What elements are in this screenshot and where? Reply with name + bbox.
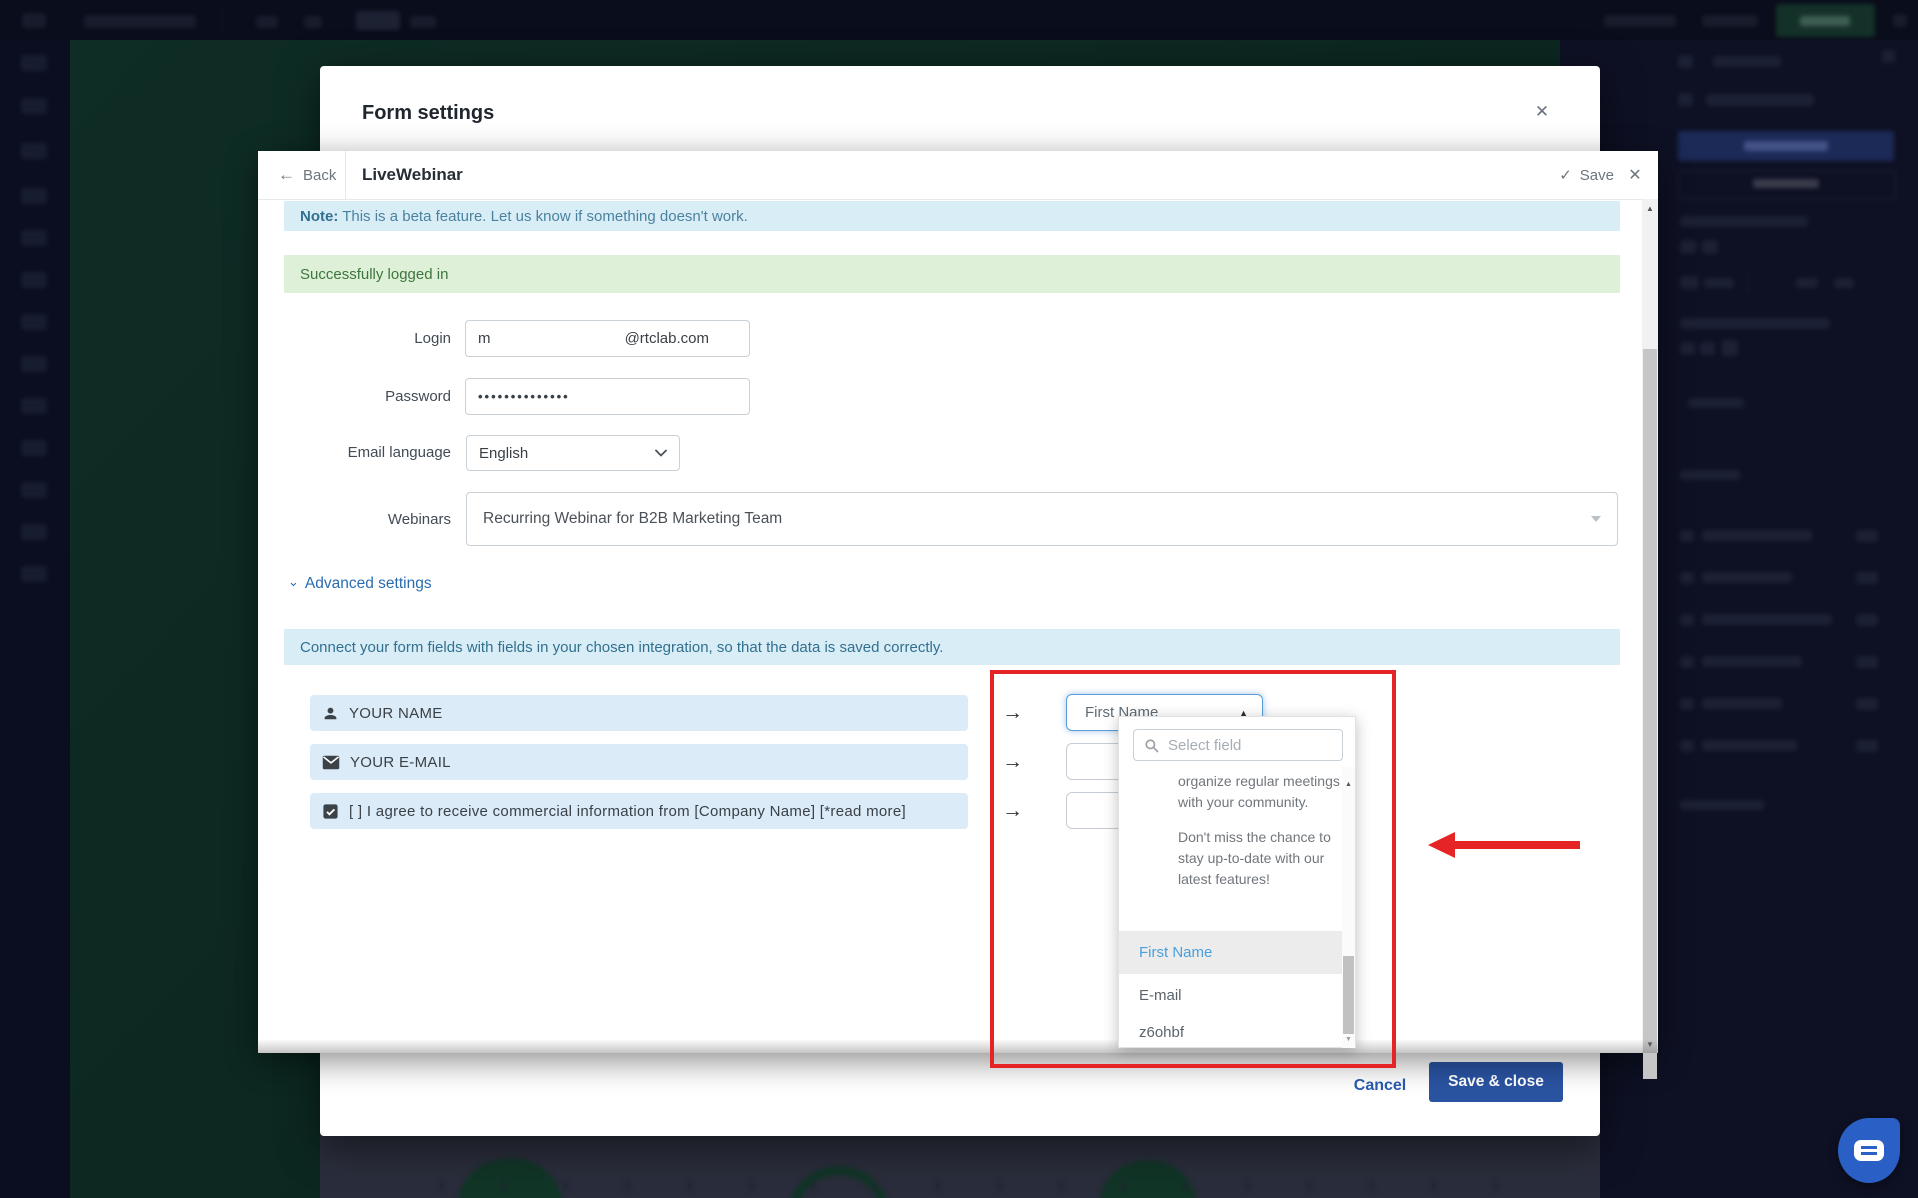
header-divider [345, 151, 346, 199]
webinars-label: Webinars [278, 511, 451, 528]
livewebinar-modal: ← Back LiveWebinar ✓ Save ✕ Note: This i… [258, 151, 1658, 1053]
login-domain: @rtclab.com [625, 330, 709, 347]
chevron-down-icon: ⌄ [288, 574, 299, 590]
save-button[interactable]: ✓ Save [1559, 151, 1614, 199]
chat-launcher-button[interactable] [1838, 1118, 1900, 1183]
form-field-consent: [ ] I agree to receive commercial inform… [310, 793, 968, 829]
dropdown-description: organize regular meetings with your comm… [1178, 771, 1340, 904]
background-topbar [0, 0, 1918, 40]
close-icon[interactable]: ✕ [1620, 151, 1650, 199]
description-paragraph: Don't miss the chance to stay up-to-date… [1178, 827, 1340, 890]
note-bar: Note: This is a beta feature. Let us kno… [284, 201, 1620, 231]
modal-scrollbar[interactable]: ▲ ▼ [1642, 199, 1658, 1053]
form-field-label: YOUR NAME [349, 705, 443, 722]
highlight-arrow [1428, 830, 1584, 866]
scroll-down-icon[interactable]: ▼ [1342, 1032, 1355, 1046]
field-search-input[interactable]: Select field [1133, 729, 1343, 761]
envelope-icon [322, 755, 340, 770]
cancel-button[interactable]: Cancel [1347, 1072, 1413, 1100]
scroll-up-icon[interactable]: ▲ [1642, 201, 1658, 215]
dropdown-scrollbar[interactable]: ▲ ▼ [1342, 767, 1355, 1048]
note-message: This is a beta feature. Let us know if s… [338, 208, 747, 225]
dropdown-option-email[interactable]: E-mail [1119, 974, 1342, 1017]
webinars-select[interactable]: Recurring Webinar for B2B Marketing Team [466, 492, 1618, 546]
chat-bubble-icon [1854, 1140, 1884, 1161]
back-arrow-icon: ← [278, 165, 295, 185]
livewebinar-title: LiveWebinar [362, 151, 463, 199]
mapping-hint-bar: Connect your form fields with fields in … [284, 629, 1620, 665]
login-input[interactable]: m @rtclab.com [465, 320, 750, 357]
search-icon [1144, 738, 1159, 753]
form-field-your-email: YOUR E-MAIL [310, 744, 968, 780]
close-icon[interactable]: ✕ [1528, 98, 1556, 126]
caret-down-icon [1591, 516, 1601, 522]
back-button[interactable]: ← Back [278, 151, 336, 199]
password-input[interactable]: •••••••••••••• [465, 378, 750, 415]
background-left-sidebar [0, 40, 70, 1198]
form-field-your-name: YOUR NAME [310, 695, 968, 731]
livewebinar-header: ← Back LiveWebinar ✓ Save ✕ [258, 151, 1658, 200]
search-placeholder: Select field [1168, 737, 1241, 754]
scrollbar-thumb[interactable] [1643, 349, 1657, 1079]
email-language-label: Email language [278, 444, 451, 461]
advanced-settings-label: Advanced settings [305, 575, 432, 593]
save-label: Save [1580, 167, 1614, 184]
email-language-select[interactable]: English [466, 435, 680, 471]
note-prefix: Note: [300, 208, 338, 225]
mapping-arrow-icon: → [1002, 701, 1032, 725]
check-icon: ✓ [1559, 166, 1572, 184]
field-dropdown-panel: Select field organize regular meetings w… [1118, 716, 1356, 1048]
form-field-label: YOUR E-MAIL [350, 754, 451, 771]
form-field-label: [ ] I agree to receive commercial inform… [349, 803, 906, 820]
email-language-value: English [479, 445, 528, 462]
success-bar: Successfully logged in [284, 255, 1620, 293]
dropdown-option-z6ohbf[interactable]: z6ohbf [1119, 1017, 1342, 1048]
checkbox-icon [322, 803, 339, 820]
login-value: m [478, 330, 491, 347]
screen: Form settings ✕ Cancel Save & close ← Ba… [0, 0, 1918, 1198]
password-label: Password [278, 388, 451, 405]
scroll-up-icon[interactable]: ▲ [1342, 777, 1355, 791]
mapping-arrow-icon: → [1002, 750, 1032, 774]
modal-bottom-fade [258, 1039, 1658, 1053]
back-label: Back [303, 167, 336, 184]
webinars-value: Recurring Webinar for B2B Marketing Team [483, 510, 782, 528]
dropdown-scrollbar-thumb[interactable] [1343, 956, 1354, 1034]
person-icon [322, 705, 339, 722]
login-label: Login [278, 330, 451, 347]
mapping-arrow-icon: → [1002, 799, 1032, 823]
save-and-close-button[interactable]: Save & close [1429, 1062, 1563, 1102]
form-settings-title: Form settings [362, 102, 494, 125]
chevron-down-icon [655, 449, 667, 457]
dropdown-option-first-name[interactable]: First Name [1119, 931, 1342, 974]
description-paragraph: organize regular meetings with your comm… [1178, 771, 1340, 813]
advanced-settings-toggle[interactable]: ⌄ Advanced settings [288, 575, 432, 593]
